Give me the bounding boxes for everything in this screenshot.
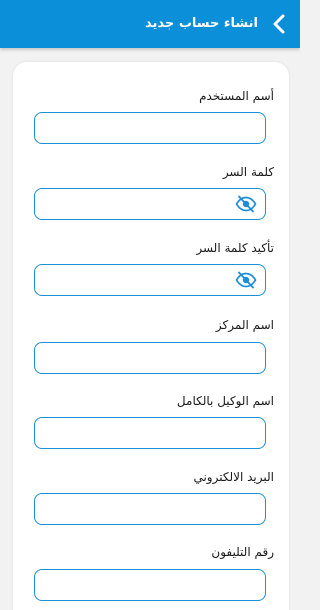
email-label: البريد الالكتروني	[193, 470, 274, 484]
eye-slash-icon	[235, 271, 257, 289]
back-button[interactable]	[258, 0, 300, 48]
username-field-box	[34, 112, 266, 144]
agent-name-field[interactable]	[35, 418, 265, 448]
confirm-password-label: تأكيد كلمة السر	[196, 241, 274, 255]
email-field-box	[34, 493, 266, 525]
phone-field-box	[34, 569, 266, 601]
register-screen: انشاء حساب جديد أسم المستخدم كلمة السر ت…	[0, 0, 300, 610]
password-field-box	[34, 188, 266, 220]
center-name-field-box	[34, 342, 266, 374]
confirm-password-visibility-toggle[interactable]	[233, 269, 259, 291]
username-label: أسم المستخدم	[199, 89, 274, 103]
email-field[interactable]	[35, 494, 265, 524]
center-name-label: اسم المركز	[215, 318, 274, 332]
center-name-field[interactable]	[35, 343, 265, 373]
phone-label: رقم التليفون	[211, 545, 274, 559]
password-label: كلمة السر	[222, 165, 274, 179]
chevron-left-icon	[273, 14, 285, 34]
password-field[interactable]	[35, 189, 265, 219]
eye-slash-icon	[235, 195, 257, 213]
form-card: أسم المستخدم كلمة السر تأكيد كلمة السر ا…	[13, 62, 289, 610]
confirm-password-field-box	[34, 264, 266, 296]
agent-name-label: اسم الوكيل بالكامل	[176, 394, 274, 408]
page-title: انشاء حساب جديد	[145, 16, 258, 31]
password-visibility-toggle[interactable]	[233, 193, 259, 215]
phone-field[interactable]	[35, 570, 265, 600]
app-bar: انشاء حساب جديد	[0, 0, 300, 48]
confirm-password-field[interactable]	[35, 265, 265, 295]
username-field[interactable]	[35, 113, 265, 143]
agent-name-field-box	[34, 417, 266, 449]
